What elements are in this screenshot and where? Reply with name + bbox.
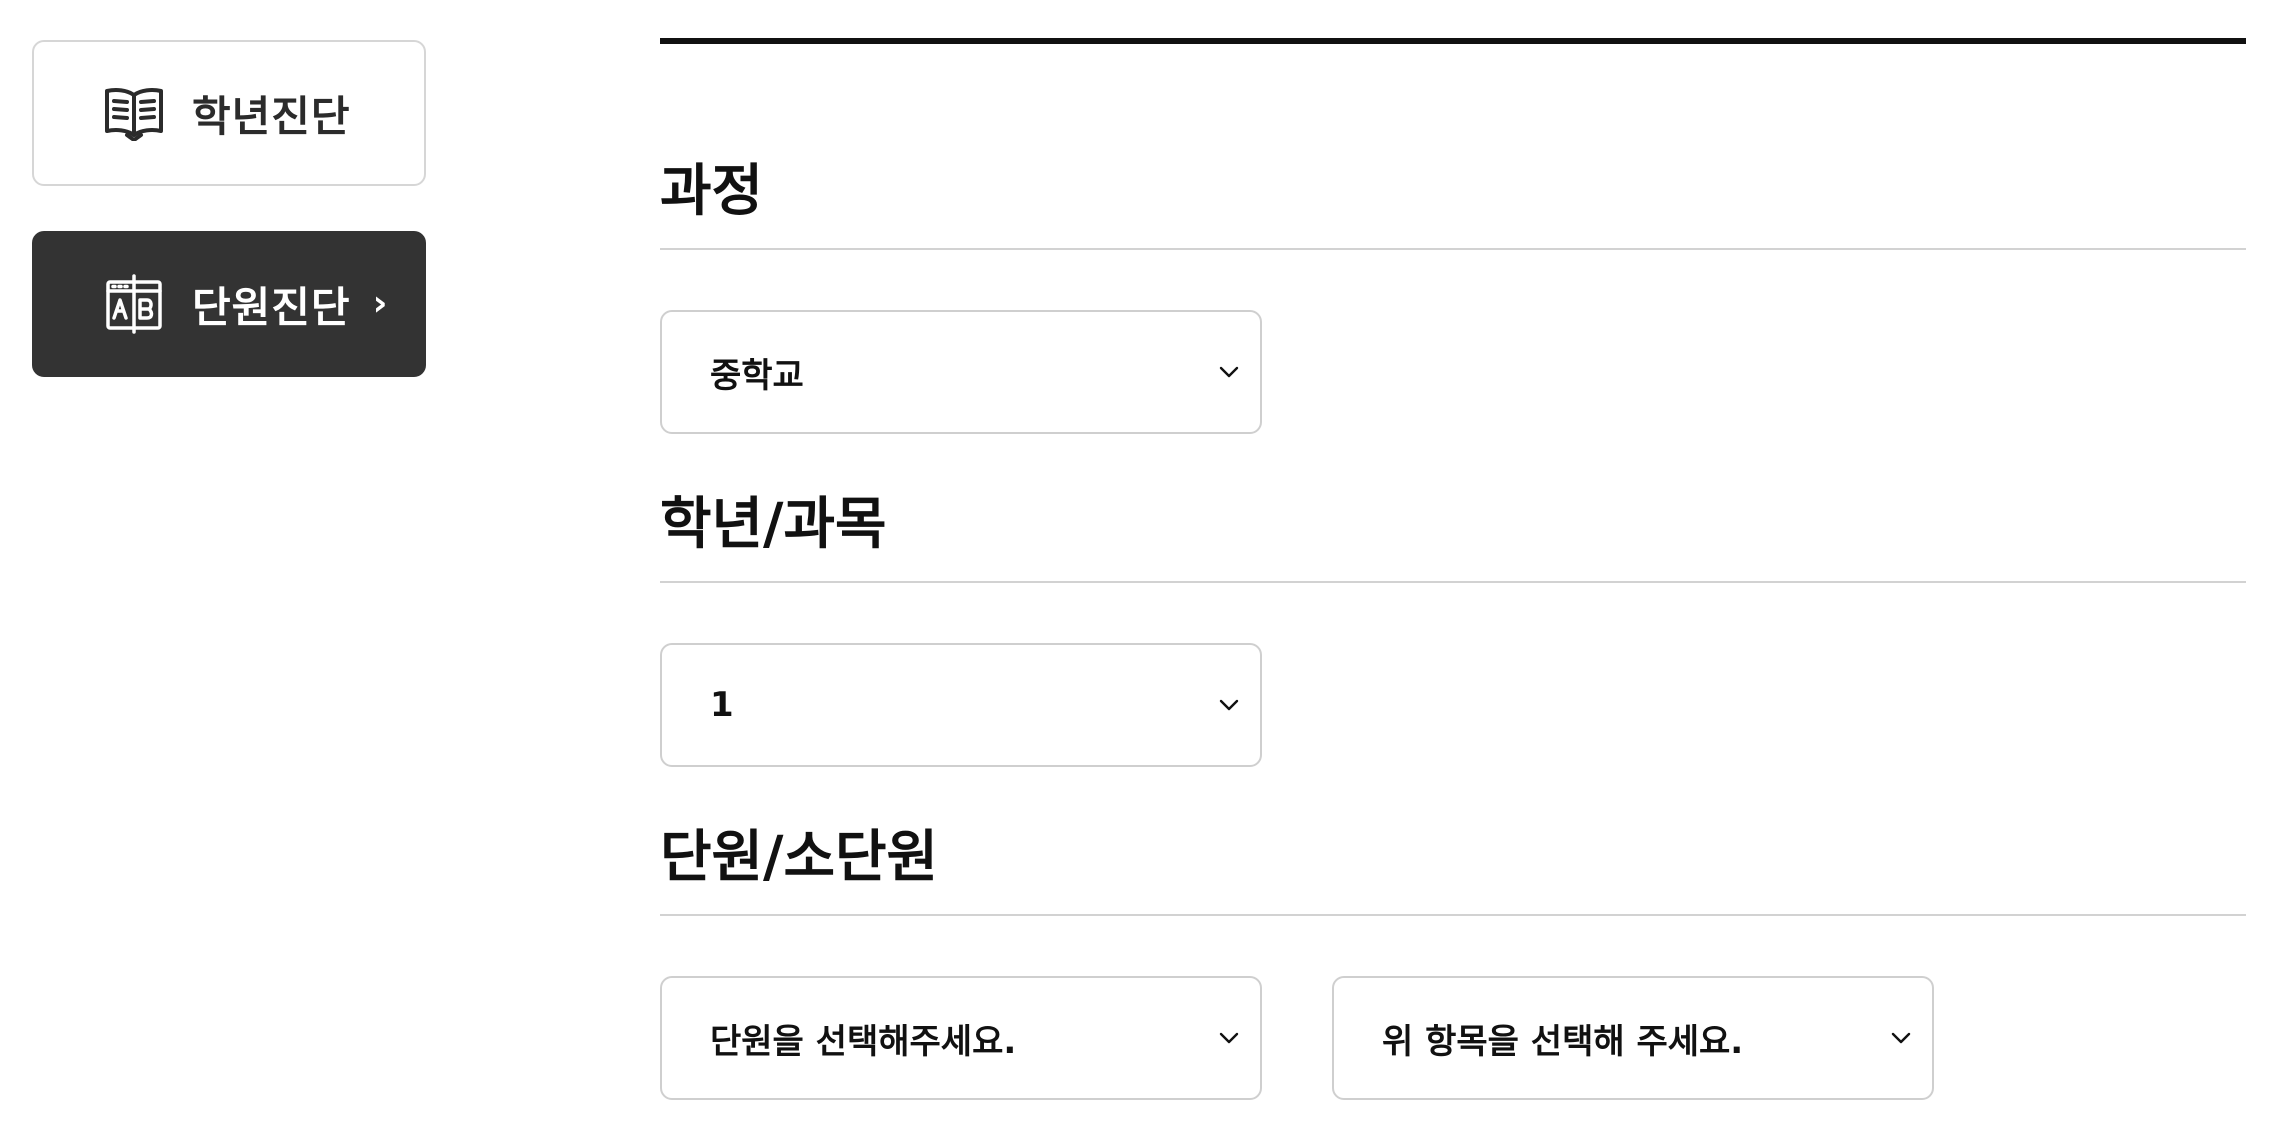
course-divider xyxy=(660,248,2246,250)
unit-diagnosis-label: 단원진단 xyxy=(192,282,351,332)
grade-subject-select[interactable]: 1 xyxy=(660,643,1262,767)
subunit-select-value: 위 항목을 선택해 주세요. xyxy=(1382,1021,1744,1062)
top-divider xyxy=(660,38,2246,44)
course-select-value: 중학교 xyxy=(710,355,804,396)
grade-diagnosis-label: 학년진단 xyxy=(192,91,351,141)
chevron-down-icon xyxy=(1218,1031,1240,1045)
subunit-select[interactable]: 위 항목을 선택해 주세요. xyxy=(1332,976,1934,1100)
grade-subject-select-value: 1 xyxy=(710,685,734,725)
course-select[interactable]: 중학교 xyxy=(660,310,1262,434)
unit-select-value: 단원을 선택해주세요. xyxy=(710,1021,1017,1062)
unit-subunit-title: 단원/소단원 xyxy=(660,825,939,890)
chevron-down-icon xyxy=(1218,365,1240,379)
unit-select[interactable]: 단원을 선택해주세요. xyxy=(660,976,1262,1100)
chevron-right-icon: › xyxy=(372,283,388,324)
chevron-down-icon xyxy=(1218,698,1240,712)
ab-workbook-icon xyxy=(102,273,166,335)
unit-diagnosis-button[interactable]: 단원진단 › xyxy=(32,231,426,377)
grade-subject-divider xyxy=(660,581,2246,583)
course-title: 과정 xyxy=(660,159,764,224)
unit-subunit-divider xyxy=(660,914,2246,916)
chevron-down-icon xyxy=(1890,1031,1912,1045)
open-book-icon xyxy=(102,82,166,144)
grade-subject-title: 학년/과목 xyxy=(660,492,887,557)
grade-diagnosis-button[interactable]: 학년진단 xyxy=(32,40,426,186)
